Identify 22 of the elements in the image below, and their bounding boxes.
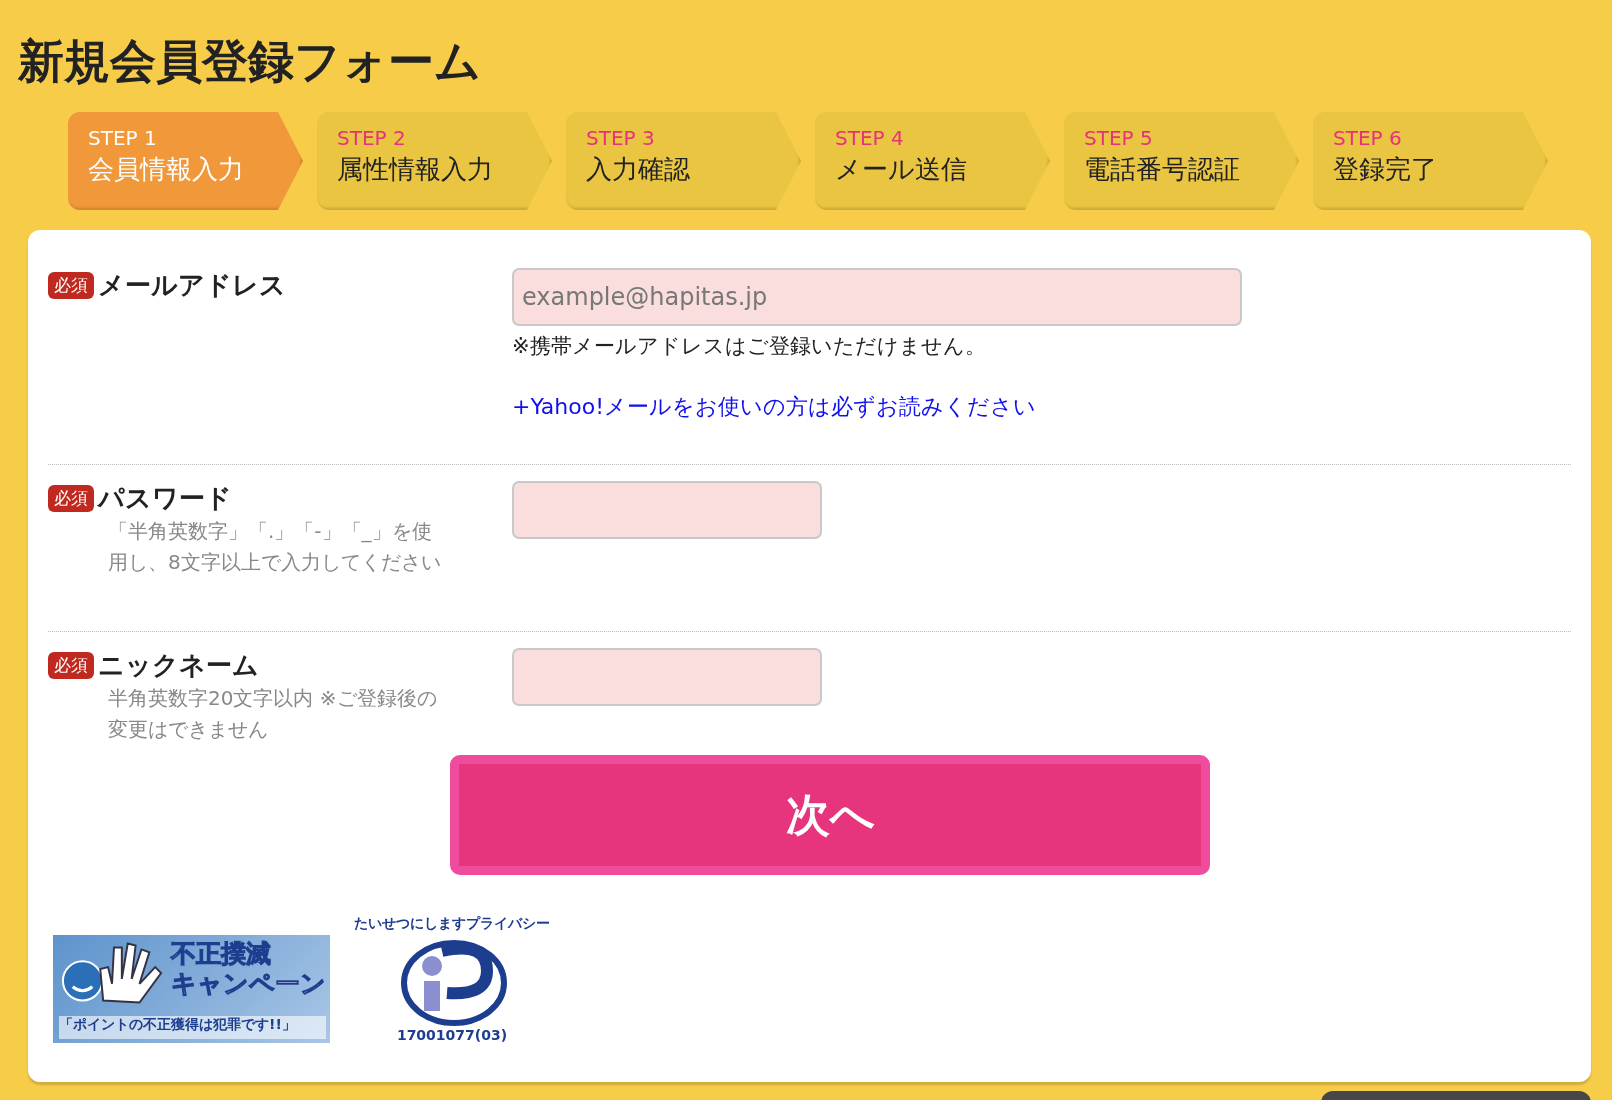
- privacy-mark-icon: [401, 940, 507, 1026]
- field-label: メールアドレス: [98, 269, 286, 302]
- help-link[interactable]: +Yahoo!メールをお使いの方は必ずお読みください: [512, 392, 1242, 422]
- required-badge: 必須: [48, 652, 94, 679]
- field-hint: 半角英数字20文字以内 ※ご登録後の変更はできません: [108, 685, 438, 743]
- field-hint: 「半角英数字」「.」「-」「_」を使用し、8文字以上で入力してください: [108, 518, 442, 576]
- input-field[interactable]: [512, 481, 822, 539]
- next-button[interactable]: 次へ: [450, 755, 1210, 875]
- field-label: パスワード: [98, 482, 232, 515]
- banner-caption: 「ポイントの不正獲得は犯罪です!!」: [59, 1016, 326, 1039]
- campaign-banner[interactable]: 不正撲滅 キャンペーン 「ポイントの不正獲得は犯罪です!!」: [53, 935, 330, 1043]
- certification-number: 17001077(03): [396, 1027, 508, 1043]
- input-field[interactable]: [512, 648, 822, 706]
- required-badge: 必須: [48, 485, 94, 512]
- required-badge: 必須: [48, 272, 94, 299]
- banner-title: キャンペーン: [171, 969, 326, 999]
- input-field[interactable]: example@hapitas.jp: [512, 268, 1242, 326]
- privacy-arc-text: たいせつにしますプライバシー: [354, 915, 550, 933]
- page-title: 新規会員登録フォーム: [18, 33, 482, 90]
- field-label: ニックネーム: [98, 649, 259, 682]
- banner-title: 不正撲滅: [171, 939, 272, 969]
- field-note: ※携帯メールアドレスはご登録いただけません。: [512, 333, 987, 360]
